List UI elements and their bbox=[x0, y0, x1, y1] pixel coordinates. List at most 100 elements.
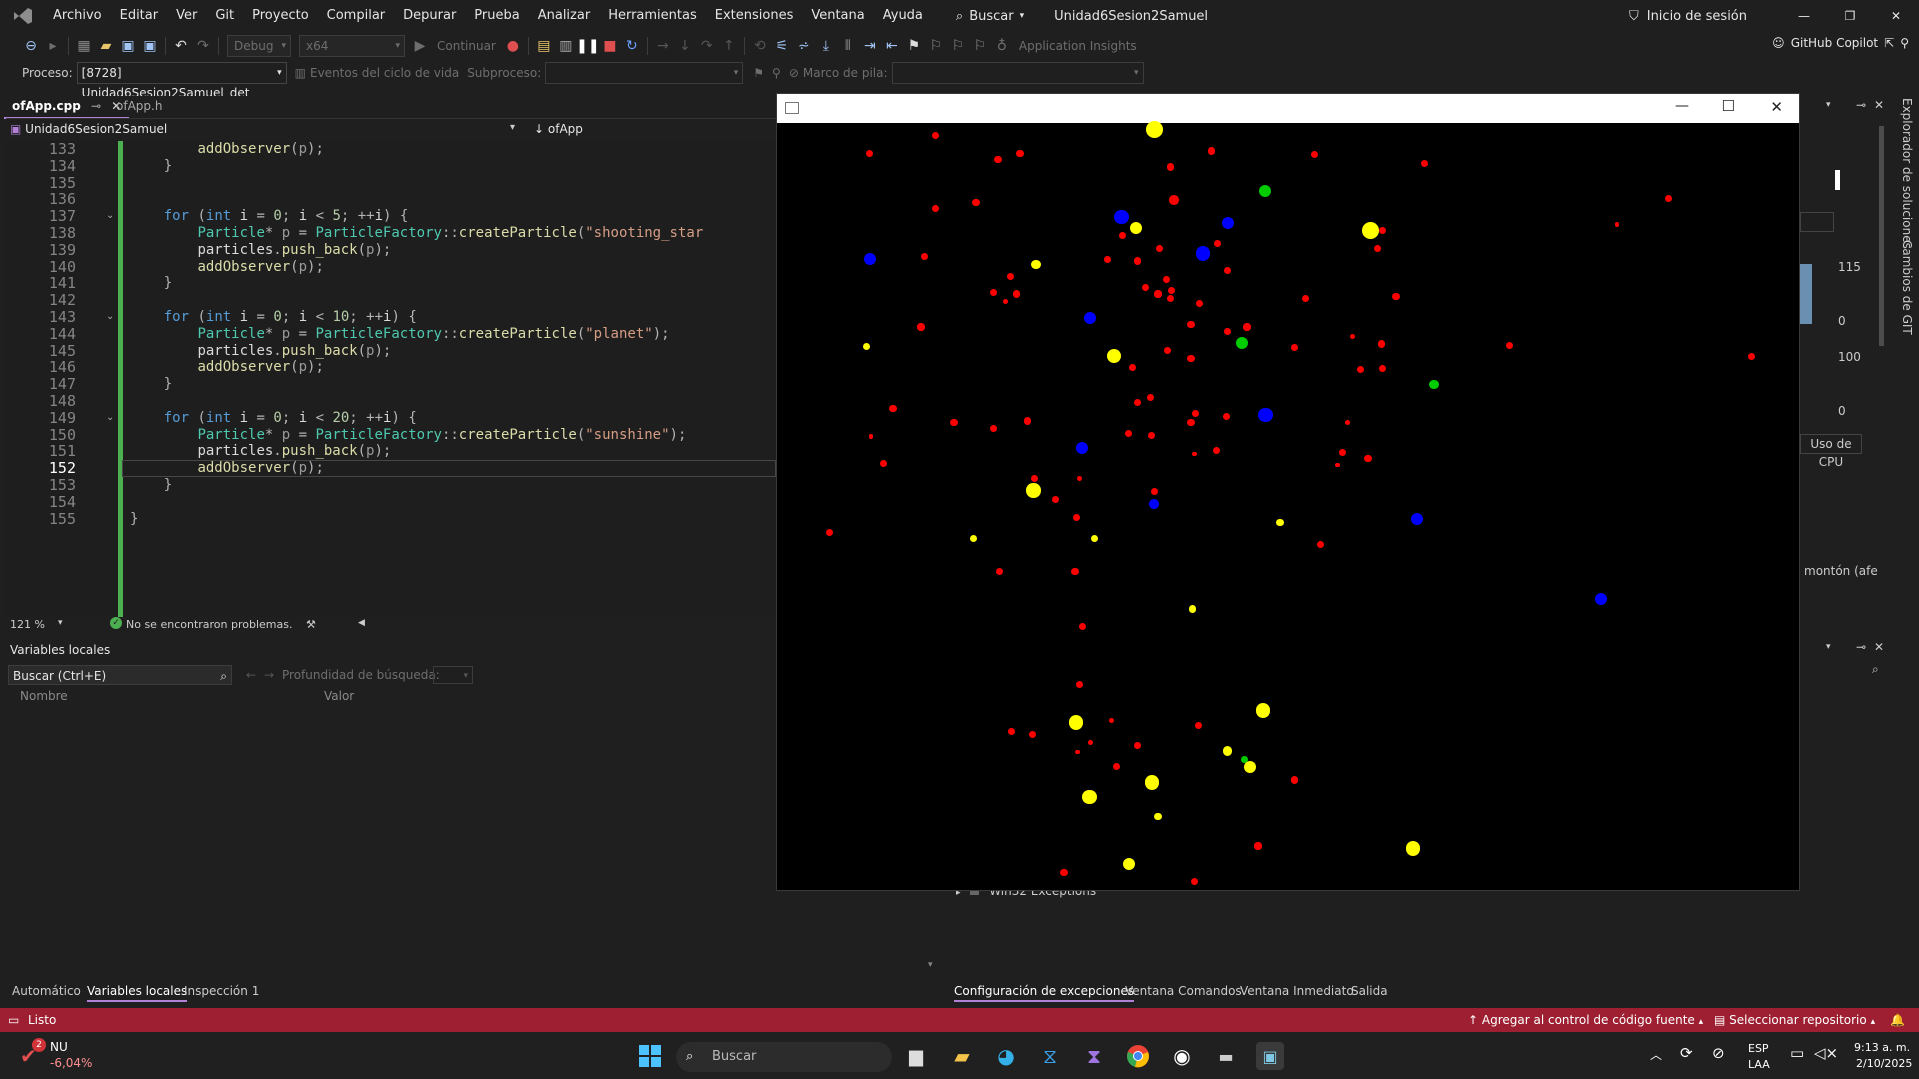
stop-icon[interactable]: ■ bbox=[599, 35, 621, 57]
pause-icon[interactable]: ❚❚ bbox=[576, 35, 599, 57]
terminal-icon[interactable]: ▬ bbox=[1212, 1042, 1240, 1070]
menu-item-editar[interactable]: Editar bbox=[111, 0, 168, 32]
back-icon[interactable]: ⊖ bbox=[20, 35, 42, 57]
minimize-icon[interactable]: — bbox=[1675, 98, 1689, 114]
source-control-button[interactable]: ↑ Agregar al control de código fuente ▴ bbox=[1468, 1008, 1703, 1032]
tab-immediate-window[interactable]: Ventana Inmediato bbox=[1240, 982, 1354, 1000]
code-line[interactable] bbox=[6, 275, 776, 292]
visual-studio-icon[interactable]: ⧗ bbox=[1080, 1042, 1108, 1070]
tab-exception-settings[interactable]: Configuración de excepciones bbox=[954, 982, 1135, 1002]
stack-icon[interactable]: ⩫ bbox=[793, 35, 815, 57]
code-line[interactable] bbox=[6, 359, 776, 376]
locals-search-input[interactable]: Buscar (Ctrl+E) ⌕ bbox=[8, 665, 232, 685]
search-icon[interactable]: ⌕ bbox=[1872, 662, 1879, 677]
tab-inspeccion-1[interactable]: Inspección 1 bbox=[184, 982, 259, 1000]
application-insights-button[interactable]: Application Insights bbox=[1019, 39, 1137, 53]
global-search[interactable]: ⌕ Buscar ▾ bbox=[946, 9, 1034, 24]
display-icon[interactable]: ▭ bbox=[1790, 1044, 1804, 1062]
forward-icon[interactable]: ▸ bbox=[42, 35, 64, 57]
process-select[interactable]: [8728] Unidad6Sesion2Samuel_det ▾ bbox=[76, 62, 287, 100]
menu-item-compilar[interactable]: Compilar bbox=[318, 0, 394, 32]
menu-item-extensiones[interactable]: Extensiones bbox=[706, 0, 803, 32]
save-all-icon[interactable]: ▣ bbox=[139, 35, 161, 57]
chevron-down-icon[interactable]: ▾ bbox=[510, 122, 515, 133]
output-icon[interactable]: ▭ bbox=[8, 1008, 19, 1032]
new-project-icon[interactable]: ▦ bbox=[73, 35, 95, 57]
task-view-icon[interactable]: ▆ bbox=[902, 1042, 930, 1070]
step-over-icon[interactable]: ↷ bbox=[696, 35, 718, 57]
copilot-button[interactable]: GitHub Copilot bbox=[1791, 36, 1878, 50]
code-line[interactable] bbox=[6, 376, 776, 393]
play-icon[interactable]: ▶ bbox=[409, 35, 431, 57]
step-icon[interactable]: → bbox=[652, 35, 674, 57]
stock-widget[interactable]: ✔ 2 NU -6,04% bbox=[20, 1038, 100, 1074]
code-line[interactable] bbox=[6, 393, 776, 410]
edge-icon[interactable]: ◕ bbox=[992, 1042, 1020, 1070]
code-line[interactable] bbox=[6, 191, 776, 208]
tab-variables-locales[interactable]: Variables locales bbox=[87, 982, 188, 1002]
column-name-header[interactable]: Nombre bbox=[20, 689, 68, 703]
scroll-left-icon[interactable]: ◀ bbox=[358, 618, 365, 628]
indent-icon[interactable]: ⇥ bbox=[859, 35, 881, 57]
restore-button[interactable]: ❐ bbox=[1827, 0, 1873, 32]
close-icon[interactable]: ✕ bbox=[1770, 98, 1783, 116]
maximize-icon[interactable]: ☐ bbox=[1722, 97, 1735, 115]
pin-icon[interactable]: ⊸ bbox=[91, 99, 101, 113]
bookmark-prev-icon[interactable]: ⚐ bbox=[925, 35, 947, 57]
thread-select[interactable]: ▾ bbox=[545, 62, 744, 84]
restart-icon[interactable]: ↻ bbox=[621, 35, 643, 57]
minimize-button[interactable]: — bbox=[1781, 0, 1827, 32]
member-select[interactable]: ↓ ofApp bbox=[534, 122, 583, 136]
menu-item-analizar[interactable]: Analizar bbox=[529, 0, 599, 32]
outdent-icon[interactable]: ⇤ bbox=[881, 35, 903, 57]
diagnostics-icon[interactable]: ▤ bbox=[533, 35, 555, 57]
cleanup-icon[interactable]: ⚒ bbox=[306, 618, 316, 631]
save-icon[interactable]: ▣ bbox=[117, 35, 139, 57]
code-line[interactable] bbox=[6, 292, 776, 309]
menu-item-depurar[interactable]: Depurar bbox=[394, 0, 465, 32]
back-arrow-icon[interactable]: ← bbox=[246, 668, 256, 682]
stack-frame-select[interactable]: ▾ bbox=[891, 62, 1144, 84]
tab-command-window[interactable]: Ventana Comandos bbox=[1125, 982, 1242, 1000]
layout-icon[interactable]: ▥ bbox=[555, 35, 577, 57]
particle-canvas[interactable] bbox=[777, 120, 1799, 890]
close-icon[interactable]: ✕ bbox=[1874, 640, 1884, 654]
share-icon[interactable]: ⇱ bbox=[1884, 36, 1894, 50]
redo-icon[interactable]: ↷ bbox=[192, 35, 214, 57]
continue-button[interactable]: Continuar bbox=[437, 39, 496, 53]
code-line[interactable] bbox=[6, 477, 776, 494]
panel-dropdown-icon[interactable]: ▾ bbox=[1826, 642, 1831, 652]
menu-item-git[interactable]: Git bbox=[206, 0, 243, 32]
code-line[interactable] bbox=[6, 158, 776, 175]
menu-item-archivo[interactable]: Archivo bbox=[44, 0, 111, 32]
particle-app-taskbar-icon[interactable]: ▣ bbox=[1256, 1042, 1284, 1070]
vscode-icon[interactable]: ⧖ bbox=[1036, 1042, 1064, 1070]
step-into-icon[interactable]: ↓ bbox=[674, 35, 696, 57]
fold-chevron-icon[interactable]: ⌄ bbox=[106, 210, 114, 221]
chrome-icon[interactable] bbox=[1124, 1042, 1152, 1070]
hex-icon[interactable]: ⟲ bbox=[749, 35, 771, 57]
uncomment-icon[interactable]: ⫴ bbox=[837, 35, 859, 57]
code-line[interactable] bbox=[6, 511, 776, 528]
clock-date[interactable]: 2/10/2025 bbox=[1856, 1057, 1912, 1070]
chevron-down-icon[interactable]: ▾ bbox=[58, 618, 63, 628]
bookmark-clear-icon[interactable]: ⚐ bbox=[969, 35, 991, 57]
code-line[interactable] bbox=[6, 175, 776, 192]
menu-item-ventana[interactable]: Ventana bbox=[802, 0, 873, 32]
select-repo-button[interactable]: ▤ Seleccionar repositorio ▴ bbox=[1714, 1008, 1875, 1032]
threads-icon[interactable]: ⚟ bbox=[771, 35, 793, 57]
notifications-icon[interactable]: 🔔 bbox=[1890, 1008, 1905, 1032]
volume-muted-icon[interactable]: ◁× bbox=[1814, 1044, 1838, 1062]
scope-select[interactable]: ▣ Unidad6Sesion2Samuel bbox=[10, 122, 167, 136]
menu-item-ver[interactable]: Ver bbox=[167, 0, 206, 32]
scroll-thumb[interactable] bbox=[1879, 126, 1884, 346]
diag-scrollbar[interactable] bbox=[1876, 96, 1886, 516]
sync-icon[interactable]: ⟳ bbox=[1680, 1044, 1693, 1062]
code-line[interactable] bbox=[6, 259, 776, 276]
problems-status[interactable]: No se encontraron problemas. bbox=[126, 618, 292, 631]
menu-item-herramientas[interactable]: Herramientas bbox=[599, 0, 706, 32]
login-button[interactable]: ⛉ Inicio de sesión bbox=[1629, 9, 1747, 24]
taskbar-search[interactable]: ⌕ Buscar bbox=[676, 1042, 892, 1072]
step-out-icon[interactable]: ↑ bbox=[718, 35, 740, 57]
particle-app-window[interactable]: — ☐ ✕ bbox=[776, 93, 1800, 891]
